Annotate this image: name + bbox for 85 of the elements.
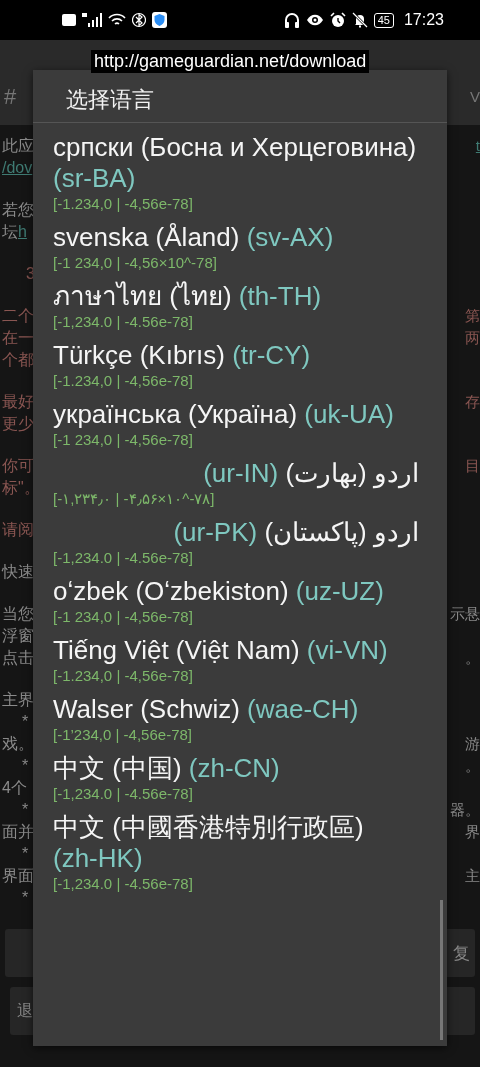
language-name: oʻzbek (Oʻzbekiston) (uz-UZ) [53,576,385,607]
language-name: 中文 (中國香港特別行政區) (zh-HK) [53,812,365,874]
background-text: 游 [465,735,480,752]
background-text: 。 [465,757,480,774]
language-item[interactable]: українська (Україна) (uk-UA) [-1 234,0 | -4,56e-78] [53,396,427,455]
number-format-sample: [-1,234.0 | -4.56e-78] [53,548,194,568]
number-format-sample: [-1 234,0 | -4,56e-78] [53,430,194,450]
language-name: Tiếng Việt (Việt Nam) (vi-VN) [53,635,389,666]
background-text: 浮窗 [2,627,34,644]
signal-icon [82,13,102,27]
language-item[interactable]: 中文 (中国) (zh-CN) [-1,234.0 | -4.56e-78] [53,750,427,809]
scrollbar-thumb[interactable] [440,900,443,1040]
eye-icon [305,14,324,26]
background-text: 当您 [2,605,34,622]
language-name: Walser (Schwiz) (wae-CH) [53,694,360,725]
background-text: 个都 [2,351,34,368]
background-link[interactable]: t [475,137,480,154]
clock: 17:23 [403,11,444,29]
muted-bell-icon [351,12,368,28]
background-text: * [22,713,29,730]
language-name: ภาษาไทย (ไทย) (th-TH) [53,281,323,312]
background-text: 你可 [2,457,34,474]
number-format-sample: [-1,234.0 | -4.56e-78] [53,784,194,804]
background-text: 若您 [2,201,34,218]
number-format-sample: [-1’234,0 | -4,56e-78] [53,725,193,745]
background-text: 最好 [2,393,34,410]
language-item[interactable]: српски (Босна и Херцеговина) (sr-BA) [-1.234,0 | -4,56e-78] [53,129,427,219]
battery-indicator: 45 [373,12,394,28]
language-item[interactable]: oʻzbek (Oʻzbekiston) (uz-UZ) [-1 234,0 | -4,56e-78] [53,573,427,632]
language-item[interactable]: ภาษาไทย (ไทย) (th-TH) [-1,234.0 | -4.56e-78] [53,278,427,337]
background-text: 在一 [2,329,34,346]
background-text: 目 [465,457,480,474]
language-item[interactable]: Tiếng Việt (Việt Nam) (vi-VN) [-1.234,0 | -4,56e-78] [53,632,427,691]
background-text: 第 [465,307,480,324]
number-format-sample: [-۱,۲۳۴٫۰ | -۴٫۵۶×۱۰^-۷۸] [53,489,216,509]
background-text: 二个 [2,307,34,324]
background-text: # [4,84,17,109]
background-text: 界面 [2,867,34,884]
background-text: 示悬 [450,605,480,622]
language-name: Türkçe (Kıbrıs) (tr-CY) [53,340,312,371]
background-text: 此应 [2,137,34,154]
number-format-sample: [-1.234,0 | -4,56e-78] [53,371,194,391]
number-format-sample: [-1,234.0 | -4.56e-78] [53,312,194,332]
wifi-icon [108,13,126,27]
shield-icon [152,12,167,28]
headphones-icon [283,12,300,28]
language-item[interactable]: Türkçe (Kıbrıs) (tr-CY) [-1.234,0 | -4,56e-78] [53,337,427,396]
language-item[interactable]: Walser (Schwiz) (wae-CH) [-1’234,0 | -4,56e-78] [53,691,427,750]
background-link[interactable]: /dov [2,159,33,176]
background-text: 主界 [2,691,34,708]
background-text: 请阅 [2,521,34,538]
alarm-icon [329,12,346,28]
number-format-sample: [-1 234,0 | -4,56e-78] [53,607,194,627]
language-name: 中文 (中国) (zh-CN) [53,753,281,784]
background-text: 。 [465,649,480,666]
background-text: 面并 [2,823,34,840]
language-name: svenska (Åland) (sv-AX) [53,222,335,253]
background-text: 两 [465,329,480,346]
number-format-sample: [-1.234,0 | -4,56e-78] [53,194,194,214]
number-format-sample: [-1.234,0 | -4,56e-78] [53,666,194,686]
language-item[interactable]: svenska (Åland) (sv-AX) [-1 234,0 | -4,56×10^-78] [53,219,427,278]
number-format-sample: [-1 234,0 | -4,56×10^-78] [53,253,218,273]
background-text: * [22,889,29,906]
background-text: 快速 [2,563,34,580]
background-text: 坛 [2,223,18,240]
background-text: * [22,845,29,862]
background-text: 点击 [2,649,34,666]
language-item[interactable]: 中文 (中國香港特別行政區) (zh-HK) [-1,234.0 | -4.56e-78] [53,809,427,899]
background-text: 主 [465,867,480,884]
background-text: * [22,757,29,774]
background-text: 界 [465,823,480,840]
background-text: 存 [465,393,480,410]
background-text: * [22,801,29,818]
number-format-sample: [-1,234.0 | -4.56e-78] [53,874,194,894]
bluetooth-icon [132,12,146,28]
background-text: 标"。 [2,479,40,496]
url-tooltip: http://gameguardian.net/download [91,50,370,73]
background-text: 4个 [2,779,27,796]
background-text: 戏。 [2,735,34,752]
background-text: 更少 [2,415,34,432]
background-text: 器。 [450,801,480,818]
background-link[interactable]: h [18,223,27,240]
background-text: V [470,88,480,105]
language-name: українська (Україна) (uk-UA) [53,399,395,430]
language-name: српски (Босна и Херцеговина) (sr-BA) [53,132,418,194]
